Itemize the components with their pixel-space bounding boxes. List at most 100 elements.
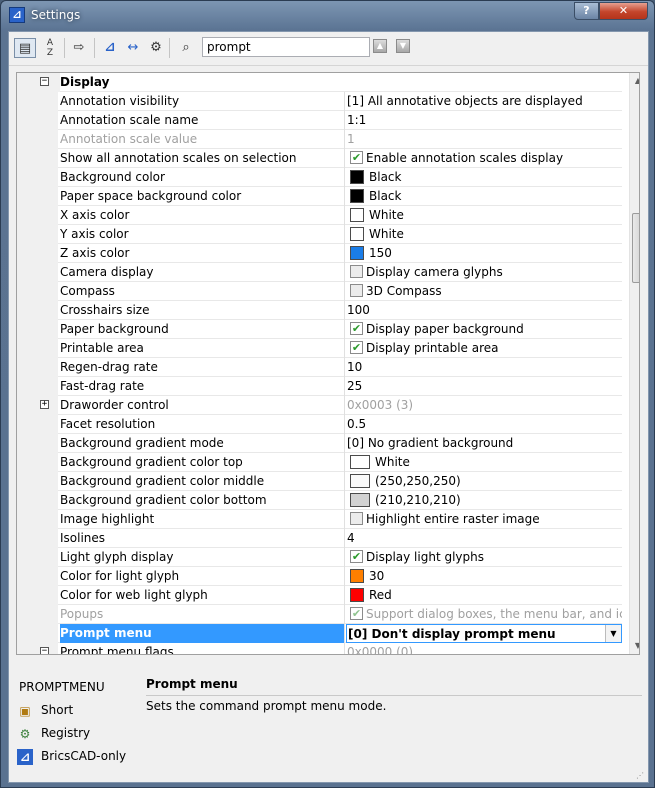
property-row-show-all-annotation-scales-on-selection[interactable]: Show all annotation scales on selection ✔… (17, 149, 622, 168)
help-button[interactable]: ? (574, 2, 599, 20)
property-row-x-axis-color[interactable]: X axis color White (17, 206, 622, 225)
property-row-light-glyph-display[interactable]: Light glyph display ✔ Display light glyphs (17, 548, 622, 567)
property-value[interactable]: 1:1 (346, 111, 622, 130)
expand-icon[interactable]: + (40, 400, 49, 409)
property-value[interactable]: 150 (346, 244, 622, 263)
property-row-annotation-scale-name[interactable]: Annotation scale name 1:1 (17, 111, 622, 130)
property-value[interactable]: 100 (346, 301, 622, 320)
property-value[interactable]: 25 (346, 377, 622, 396)
property-row-facet-resolution[interactable]: Facet resolution 0.5 (17, 415, 622, 434)
dropdown-arrow-icon[interactable]: ▼ (605, 625, 621, 642)
property-value[interactable]: Highlight entire raster image (346, 510, 622, 529)
export-icon[interactable]: ⇨ (68, 38, 90, 58)
property-row-isolines[interactable]: Isolines 4 (17, 529, 622, 548)
property-value[interactable]: (210,210,210) (346, 491, 622, 510)
property-name: Background color (60, 168, 345, 187)
property-row-color-for-web-light-glyph[interactable]: Color for web light glyph Red (17, 586, 622, 605)
info-item-label: BricsCAD-only (41, 749, 127, 763)
property-row-background-color[interactable]: Background color Black (17, 168, 622, 187)
property-value[interactable]: [0] No gradient background (346, 434, 622, 453)
property-name: Annotation visibility (60, 92, 345, 111)
property-value-text: Display paper background (366, 322, 524, 336)
checked-checkbox-icon[interactable]: ✔ (350, 341, 363, 354)
scroll-up-icon[interactable]: ▲ (630, 73, 639, 89)
checked-checkbox-icon[interactable]: ✔ (350, 607, 363, 620)
binoculars-icon[interactable]: ⌕ (175, 38, 197, 58)
property-value[interactable]: Display camera glyphs (346, 263, 622, 282)
property-row-paper-space-background-color[interactable]: Paper space background color Black (17, 187, 622, 206)
info-item-label: Short (41, 703, 74, 717)
property-value[interactable]: Black (346, 168, 622, 187)
vertical-scrollbar[interactable]: ▲ ▼ (629, 73, 639, 654)
property-value[interactable]: [0] Don't display prompt menu ▼ (346, 624, 622, 643)
property-row-crosshairs-size[interactable]: Crosshairs size 100 (17, 301, 622, 320)
gear-icon[interactable]: ⚙ (145, 38, 167, 58)
property-value[interactable]: ✔ Support dialog boxes, the menu bar, and… (346, 605, 622, 624)
bricscad-filter-icon[interactable]: ⊿ (99, 38, 121, 58)
property-row-draworder-control[interactable]: + Draworder control 0x0003 (3) (17, 396, 622, 415)
property-value[interactable]: 30 (346, 567, 622, 586)
property-row-annotation-visibility[interactable]: Annotation visibility [1] All annotative … (17, 92, 622, 111)
resize-grip-icon[interactable]: ⋰ (636, 771, 646, 781)
search-next-button[interactable]: ▼ (396, 39, 410, 53)
property-row-image-highlight[interactable]: Image highlight Highlight entire raster i… (17, 510, 622, 529)
property-row-background-gradient-color-bottom[interactable]: Background gradient color bottom (210,210… (17, 491, 622, 510)
property-value[interactable]: White (346, 453, 622, 472)
property-value[interactable]: 1 (346, 130, 622, 149)
property-value[interactable]: [1] All annotative objects are displayed (346, 92, 622, 111)
property-value[interactable]: ✔ Enable annotation scales display (346, 149, 622, 168)
property-value[interactable]: ✔ Display printable area (346, 339, 622, 358)
row-gutter (17, 605, 58, 624)
property-value[interactable]: Red (346, 586, 622, 605)
checked-checkbox-icon[interactable]: ✔ (350, 550, 363, 563)
property-value[interactable]: 10 (346, 358, 622, 377)
collapse-icon[interactable]: − (40, 77, 49, 86)
property-row-regen-drag-rate[interactable]: Regen-drag rate 10 (17, 358, 622, 377)
dimension-icon[interactable]: ↔ (122, 38, 144, 58)
property-value[interactable]: White (346, 225, 622, 244)
property-value[interactable]: ✔ Display light glyphs (346, 548, 622, 567)
property-row-fast-drag-rate[interactable]: Fast-drag rate 25 (17, 377, 622, 396)
search-input[interactable] (202, 37, 370, 57)
info-item-registry: ⚙ Registry (17, 724, 91, 742)
close-button[interactable]: ✕ (599, 2, 648, 20)
property-row-camera-display[interactable]: Camera display Display camera glyphs (17, 263, 622, 282)
property-value-text: [1] All annotative objects are displayed (347, 94, 583, 108)
scroll-thumb[interactable] (632, 213, 639, 283)
property-value-text: 100 (347, 303, 370, 317)
checked-checkbox-icon[interactable]: ✔ (350, 322, 363, 335)
property-value[interactable]: (250,250,250) (346, 472, 622, 491)
unchecked-checkbox-icon[interactable] (350, 265, 363, 278)
property-row-background-gradient-color-top[interactable]: Background gradient color top White (17, 453, 622, 472)
property-value[interactable]: 4 (346, 529, 622, 548)
property-value[interactable]: 0.5 (346, 415, 622, 434)
scroll-down-icon[interactable]: ▼ (630, 638, 639, 654)
property-row-color-for-light-glyph[interactable]: Color for light glyph 30 (17, 567, 622, 586)
property-row-annotation-scale-value[interactable]: Annotation scale value 1 (17, 130, 622, 149)
title-bar[interactable]: ⊿ Settings ? ✕ (1, 1, 654, 31)
property-value[interactable]: 0x0003 (3) (346, 396, 622, 415)
property-value[interactable]: Black (346, 187, 622, 206)
property-row-prompt-menu-flags[interactable]: − Prompt menu flags 0x0000 (0) (17, 643, 622, 654)
property-value[interactable]: 0x0000 (0) (346, 643, 622, 654)
property-row-paper-background[interactable]: Paper background ✔ Display paper backgroun… (17, 320, 622, 339)
property-value[interactable]: White (346, 206, 622, 225)
unchecked-checkbox-icon[interactable] (350, 512, 363, 525)
property-row-compass[interactable]: Compass 3D Compass (17, 282, 622, 301)
property-row-z-axis-color[interactable]: Z axis color 150 (17, 244, 622, 263)
checked-checkbox-icon[interactable]: ✔ (350, 151, 363, 164)
search-previous-button[interactable]: ▲ (373, 39, 387, 53)
property-row-popups[interactable]: Popups ✔ Support dialog boxes, the menu ba… (17, 605, 622, 624)
unchecked-checkbox-icon[interactable] (350, 284, 363, 297)
property-row-prompt-menu[interactable]: Prompt menu [0] Don't display prompt menu… (17, 624, 622, 643)
collapse-icon[interactable]: − (40, 647, 49, 654)
categorized-view-icon[interactable]: ▤ (14, 38, 36, 58)
property-value[interactable]: ✔ Display paper background (346, 320, 622, 339)
row-gutter (17, 73, 60, 92)
property-row-background-gradient-mode[interactable]: Background gradient mode [0] No gradient … (17, 434, 622, 453)
property-row-y-axis-color[interactable]: Y axis color White (17, 225, 622, 244)
property-row-background-gradient-color-middle[interactable]: Background gradient color middle (250,250… (17, 472, 622, 491)
alphabetical-view-icon[interactable]: AZ (39, 38, 61, 58)
property-value[interactable]: 3D Compass (346, 282, 622, 301)
property-row-printable-area[interactable]: Printable area ✔ Display printable area (17, 339, 622, 358)
